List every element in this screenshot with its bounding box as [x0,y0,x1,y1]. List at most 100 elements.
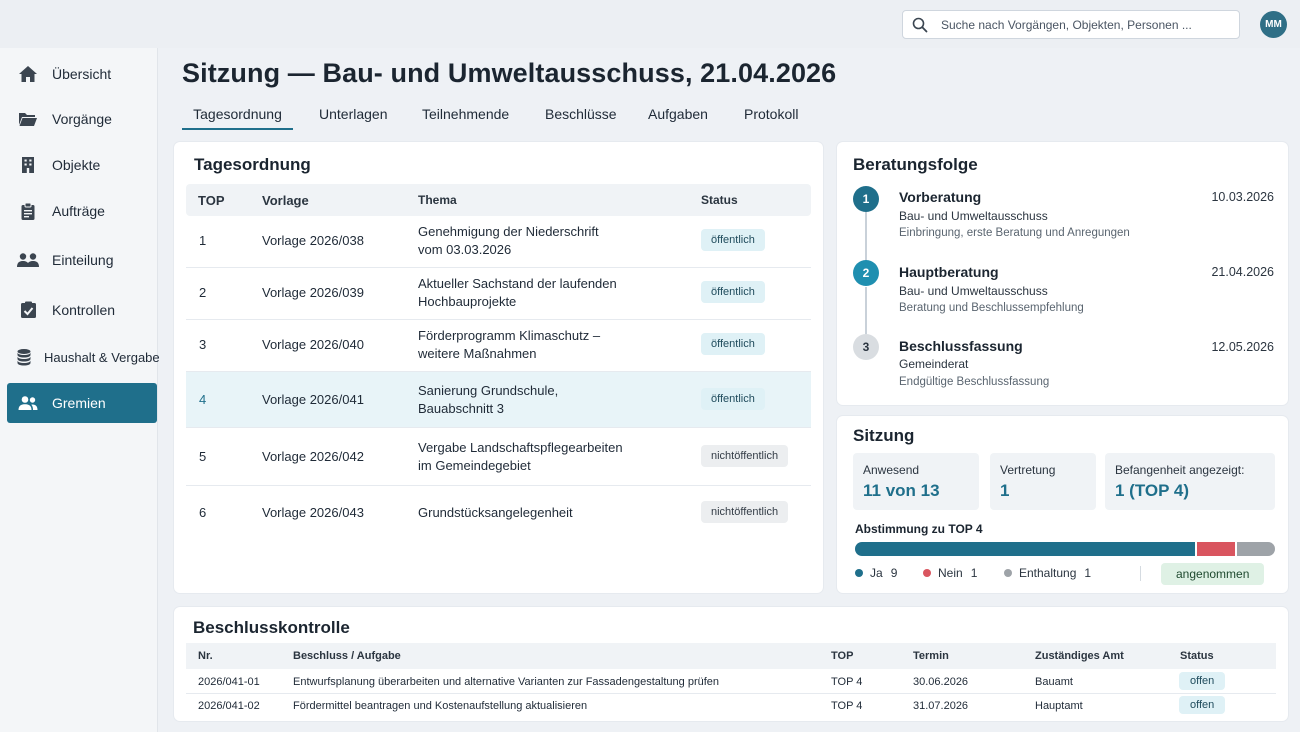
row-vorlage[interactable]: Vorlage 2026/039 [262,285,364,300]
beschlusskontrolle-table-header: Nr. Beschluss / Aufgabe TOP Termin Zustä… [186,643,1276,669]
clipboard-icon [16,202,40,221]
step-gremium: Bau- und Umweltausschuss [899,284,1048,298]
agenda-table-header: TOP Vorlage Thema Status [186,184,811,216]
col-top: TOP [198,193,225,208]
col-beschluss: Beschluss / Aufgabe [293,650,401,662]
agenda-row-3[interactable]: 3 Vorlage 2026/040 Förderprogramm Klimas… [186,320,811,372]
beschluss-row-2[interactable]: 2026/041-02 Fördermittel beantragen und … [186,694,1276,718]
row-amt: Bauamt [1035,676,1073,688]
step-description: Beratung und Beschlussempfehlung [899,302,1084,314]
sidebar-item-label: Vorgänge [52,111,112,127]
tab-unterlagen[interactable]: Unterlagen [319,100,388,130]
status-badge: öffentlich [701,333,765,355]
agenda-row-5[interactable]: 5 Vorlage 2026/042 Vergabe Landschaftspf… [186,428,811,486]
row-top: 1 [199,233,207,248]
tab-aufgaben[interactable]: Aufgaben [648,100,708,130]
step-date: 21.04.2026 [1211,265,1274,279]
stat-value: 11 von 13 [863,481,940,500]
vote-title: Abstimmung zu TOP 4 [855,522,983,536]
vote-result-badge: angenommen [1161,563,1265,585]
beschlusskontrolle-title: Beschlusskontrolle [193,618,350,637]
row-vorlage[interactable]: Vorlage 2026/042 [262,449,364,464]
row-nr: 2026/041-02 [198,700,260,712]
row-thema-line2: Hochbauprojekte [418,294,517,309]
stat-label: Vertretung [1000,463,1056,477]
sidebar-item-label: Objekte [52,157,101,173]
row-top: 4 [199,392,207,407]
step-number-badge: 1 [853,186,879,212]
sidebar-item-label: Gremien [52,395,106,411]
sidebar-item-uebersicht[interactable]: Übersicht [7,54,157,94]
status-badge: nichtöffentlich [701,445,789,467]
row-vorlage[interactable]: Vorlage 2026/041 [262,392,364,407]
row-thema-line2: vom 03.03.2026 [418,242,512,257]
agenda-card: Tagesordnung TOP Vorlage Thema Status 1 … [174,142,823,593]
row-thema-line1: Sanierung Grundschule, [418,383,559,398]
befangenheit-stat: Befangenheit angezeigt: 1 (TOP 4) [1105,453,1275,510]
sidebar-item-objekte[interactable]: Objekte [7,145,157,185]
sidebar-item-auftraege[interactable]: Aufträge [7,191,157,231]
vote-result-bar [855,542,1275,556]
row-top: TOP 4 [831,676,863,688]
checkbox-icon [16,301,40,319]
agenda-title: Tagesordnung [194,155,311,174]
vote-bar-nein [1197,542,1236,556]
sidebar: Übersicht Vorgänge Objekte Aufträge Eint… [0,48,160,732]
col-nr: Nr. [198,650,213,662]
beschlusskontrolle-card: Beschlusskontrolle Nr. Beschluss / Aufga… [174,607,1288,721]
top-bar: MM [0,0,1300,48]
sidebar-item-gremien[interactable]: Gremien [7,383,157,423]
tab-teilnehmende[interactable]: Teilnehmende [422,100,509,130]
tab-protokoll[interactable]: Protokoll [744,100,798,130]
beschluss-row-1[interactable]: 2026/041-01 Entwurfsplanung überarbeiten… [186,670,1276,694]
tab-beschluesse[interactable]: Beschlüsse [545,100,617,130]
search-icon [911,16,929,34]
col-top: TOP [831,650,854,662]
row-termin: 30.06.2026 [913,676,969,688]
status-badge: öffentlich [701,281,765,303]
sidebar-item-vorgaenge[interactable]: Vorgänge [7,99,157,139]
row-vorlage[interactable]: Vorlage 2026/038 [262,233,364,248]
sidebar-item-label: Kontrollen [52,302,116,318]
col-termin: Termin [913,650,949,662]
vertretung-stat: Vertretung 1 [990,453,1096,510]
step-date: 12.05.2026 [1211,340,1274,354]
step-gremium: Bau- und Umweltausschuss [899,209,1048,223]
step-title: Vorberatung [899,189,982,205]
row-thema-line1: Genehmigung der Niederschrift [418,224,599,239]
sidebar-item-kontrollen[interactable]: Kontrollen [7,290,157,330]
row-thema-line1: Vergabe Landschaftspflegearbeiten [418,440,623,455]
search-box[interactable] [902,10,1240,39]
row-vorlage[interactable]: Vorlage 2026/043 [262,505,364,520]
sidebar-item-haushalt[interactable]: Haushalt & Vergabe [7,337,160,377]
search-input[interactable] [941,17,1231,32]
tab-tagesordnung[interactable]: Tagesordnung [182,100,293,130]
coins-icon [16,348,32,366]
anwesend-stat: Anwesend 11 von 13 [853,453,979,510]
agenda-row-1[interactable]: 1 Vorlage 2026/038 Genehmigung der Niede… [186,216,811,268]
user-avatar[interactable]: MM [1260,11,1287,38]
step-description: Einbringung, erste Beratung und Anregung… [899,227,1130,239]
status-badge: offen [1179,672,1226,690]
agenda-row-6[interactable]: 6 Vorlage 2026/043 Grundstücksangelegenh… [186,486,811,540]
people-icon [16,252,40,268]
sidebar-item-einteilung[interactable]: Einteilung [7,240,157,280]
row-vorlage[interactable]: Vorlage 2026/040 [262,337,364,352]
sidebar-item-label: Einteilung [52,252,114,268]
row-top: 5 [199,449,207,464]
beratungsfolge-card: Beratungsfolge 1 Vorberatung Bau- und Um… [837,142,1288,405]
row-beschluss: Entwurfsplanung überarbeiten und alterna… [293,676,720,688]
agenda-row-2[interactable]: 2 Vorlage 2026/039 Aktueller Sachstand d… [186,268,811,320]
agenda-row-4[interactable]: 4 Vorlage 2026/041 Sanierung Grundschule… [186,372,811,428]
legend-dot-nein [923,569,931,577]
stat-label: Befangenheit angezeigt: [1115,463,1245,477]
sidebar-item-label: Haushalt & Vergabe [44,349,160,365]
folder-icon [16,111,40,127]
legend-dot-ja [855,569,863,577]
step-gremium: Gemeinderat [899,357,969,371]
step-title: Hauptberatung [899,264,999,280]
row-top: TOP 4 [831,700,863,712]
row-nr: 2026/041-01 [198,676,260,688]
legend-dot-enthaltung [1004,569,1012,577]
step-title: Beschlussfassung [899,338,1023,354]
